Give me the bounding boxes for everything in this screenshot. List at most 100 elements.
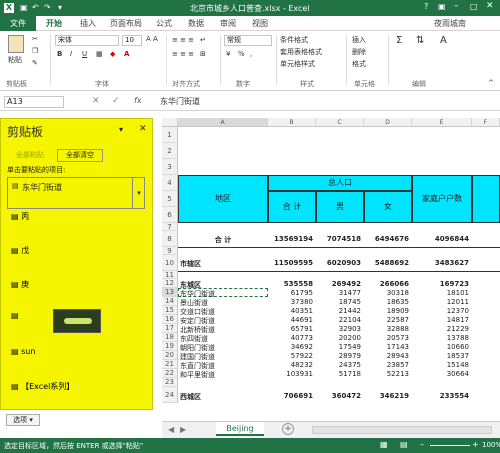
spreadsheet-grid[interactable]: A B C D E F 1 2 3 4 5 6 7 8 9 10 11 12 1… — [162, 118, 500, 421]
quick-access-menu-icon[interactable]: ▾ — [58, 3, 62, 12]
minimize-icon[interactable]: – — [454, 1, 459, 11]
cancel-entry-icon[interactable]: ✕ — [92, 96, 100, 106]
group-styles[interactable]: 样式 — [300, 79, 314, 89]
col-header-a[interactable]: A — [178, 118, 268, 127]
tab-formulas[interactable]: 公式 — [156, 18, 172, 29]
format-cells-button[interactable]: 格式 — [352, 59, 366, 69]
clipboard-item[interactable]: ▤ sun — [11, 347, 35, 356]
row-header[interactable]: 17 — [162, 324, 178, 333]
row-header[interactable]: 5 — [162, 191, 178, 207]
cell-d15[interactable]: 18909 — [364, 307, 412, 315]
cell-e12[interactable]: 169723 — [412, 280, 472, 288]
cell-b15[interactable]: 40351 — [268, 307, 316, 315]
grow-font-icon[interactable]: A A — [146, 35, 158, 43]
zoom-out-icon[interactable]: – — [420, 440, 424, 449]
comma-button[interactable]: , — [250, 50, 252, 58]
cell-d24[interactable]: 346219 — [364, 392, 412, 400]
row-header[interactable]: 9 — [162, 247, 178, 255]
cell-b22[interactable]: 103931 — [268, 370, 316, 378]
cell-c24[interactable]: 360472 — [316, 392, 364, 400]
cell-c21[interactable]: 24375 — [316, 361, 364, 369]
tab-home[interactable]: 开始 — [46, 18, 62, 29]
cell-d14[interactable]: 18635 — [364, 298, 412, 306]
merge-icon[interactable]: ⊞ — [200, 50, 206, 58]
clear-all-button[interactable]: 全部清空 — [57, 149, 103, 162]
tab-view[interactable]: 视图 — [252, 18, 268, 29]
cell-c13[interactable]: 31477 — [316, 289, 364, 297]
user-name[interactable]: 夜雨城南 — [434, 18, 466, 29]
format-painter-icon[interactable]: ✎ — [32, 59, 38, 67]
save-icon[interactable]: ▣ — [20, 3, 28, 12]
cell-b20[interactable]: 57922 — [268, 352, 316, 360]
row-header[interactable]: 6 — [162, 207, 178, 223]
header-households[interactable]: 家庭户户数 — [412, 175, 472, 223]
delete-cells-button[interactable]: 删除 — [352, 47, 366, 57]
percent-button[interactable]: % — [238, 50, 245, 58]
ribbon-display-icon[interactable]: ▣ — [438, 2, 446, 11]
header-female[interactable]: 女 — [364, 191, 412, 223]
cell-e13[interactable]: 18101 — [412, 289, 472, 297]
row-header[interactable]: 24 — [162, 387, 178, 403]
cell-a10[interactable]: 市辖区 — [180, 259, 268, 269]
cell-d20[interactable]: 28943 — [364, 352, 412, 360]
cell-b14[interactable]: 37380 — [268, 298, 316, 306]
cell-b16[interactable]: 44691 — [268, 316, 316, 324]
pane-menu-icon[interactable]: ▾ — [119, 125, 123, 134]
row-header[interactable]: 20 — [162, 351, 178, 360]
add-sheet-icon[interactable]: + — [282, 423, 294, 435]
bold-button[interactable]: B — [57, 50, 62, 58]
normal-view-icon[interactable]: ▦ — [380, 440, 388, 449]
format-as-table-button[interactable]: 套用表格格式 — [280, 47, 322, 57]
col-header-c[interactable]: C — [316, 118, 364, 127]
cell-d10[interactable]: 5488692 — [364, 259, 412, 267]
clipboard-item[interactable]: ▤ 戊 — [11, 245, 29, 256]
insert-cells-button[interactable]: 插入 — [352, 35, 366, 45]
cell-c8[interactable]: 7074518 — [316, 235, 364, 243]
fill-color-icon[interactable]: ◆ — [110, 50, 115, 58]
tab-file[interactable]: 文件 — [0, 16, 36, 31]
cell-e10[interactable]: 3483627 — [412, 259, 472, 267]
cell-d17[interactable]: 32888 — [364, 325, 412, 333]
header-extra[interactable] — [472, 175, 500, 223]
row-header[interactable]: 11 — [162, 271, 178, 279]
group-alignment[interactable]: 对齐方式 — [172, 79, 200, 89]
cell-b8[interactable]: 13569194 — [268, 235, 316, 243]
clipboard-item[interactable]: ▤ 【Excel系列】 — [11, 381, 74, 392]
row-header[interactable]: 16 — [162, 315, 178, 324]
clipboard-item[interactable]: ▤ 庚 — [11, 279, 29, 290]
scroll-left-icon[interactable]: ◀ — [168, 425, 174, 434]
italic-button[interactable]: I — [70, 50, 72, 58]
zoom-slider[interactable] — [430, 445, 470, 446]
tab-page-layout[interactable]: 页面布局 — [110, 18, 142, 29]
row-header[interactable]: 15 — [162, 306, 178, 315]
cell-d19[interactable]: 17143 — [364, 343, 412, 351]
cell-c22[interactable]: 51718 — [316, 370, 364, 378]
header-region[interactable]: 地区 — [178, 175, 268, 223]
currency-button[interactable]: ¥ — [226, 50, 230, 58]
select-all-corner[interactable] — [162, 118, 178, 127]
scroll-right-icon[interactable]: ▶ — [180, 425, 186, 434]
paste-all-button[interactable]: 全部粘贴 — [7, 149, 53, 162]
row-header[interactable]: 3 — [162, 159, 178, 175]
cell-e16[interactable]: 14817 — [412, 316, 472, 324]
cell-a8[interactable]: 合 计 — [178, 235, 268, 245]
clipboard-item[interactable]: ▤ 丙 — [11, 211, 29, 222]
row-header[interactable]: 12 — [162, 279, 178, 288]
cell-d12[interactable]: 266066 — [364, 280, 412, 288]
find-select-button[interactable]: A — [440, 35, 447, 46]
cell-d22[interactable]: 52213 — [364, 370, 412, 378]
cell-c17[interactable]: 32903 — [316, 325, 364, 333]
sort-filter-icon[interactable]: ⇅ — [416, 35, 424, 46]
help-icon[interactable]: ? — [424, 2, 428, 11]
page-layout-view-icon[interactable]: ▤ — [400, 440, 408, 449]
collapse-ribbon-icon[interactable]: ^ — [488, 79, 494, 87]
options-button[interactable]: 选项 ▾ — [6, 414, 40, 426]
cell-e17[interactable]: 21229 — [412, 325, 472, 333]
wrap-text-icon[interactable]: ↵ — [200, 36, 206, 44]
cell-c20[interactable]: 28979 — [316, 352, 364, 360]
cell-c12[interactable]: 269492 — [316, 280, 364, 288]
row-header[interactable]: 8 — [162, 231, 178, 247]
cell-e14[interactable]: 12011 — [412, 298, 472, 306]
row-header[interactable]: 22 — [162, 369, 178, 378]
close-icon[interactable]: ✕ — [486, 1, 494, 11]
